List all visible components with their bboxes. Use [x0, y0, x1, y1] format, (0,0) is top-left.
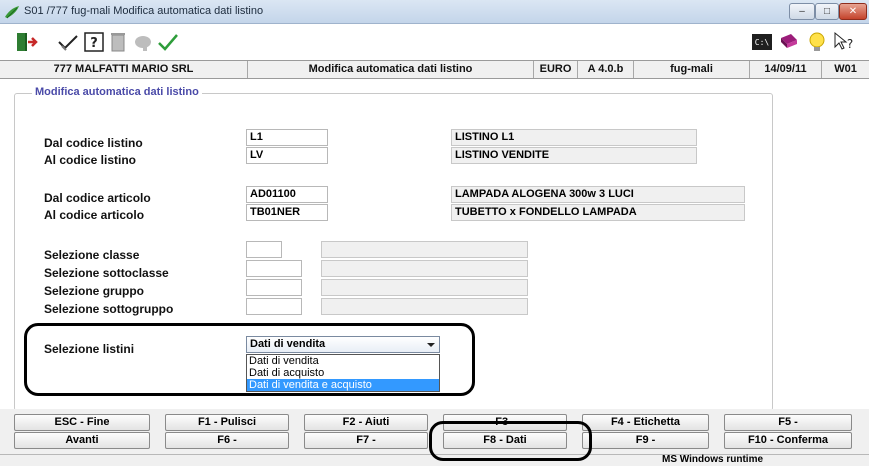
dal-listino-input[interactable]: L1 [246, 129, 328, 146]
listini-label: Selezione listini [44, 342, 135, 356]
f3-button[interactable]: F3 - [443, 414, 567, 431]
svg-text:?: ? [90, 36, 98, 51]
date: 14/09/11 [750, 61, 822, 78]
dal-articolo-label: Dal codice articolo [44, 191, 151, 205]
context-help-icon[interactable]: ? [832, 30, 856, 54]
classe-input[interactable] [246, 241, 282, 258]
esc-fine-button[interactable]: ESC - Fine [14, 414, 150, 431]
gruppo-label: Selezione gruppo [44, 284, 145, 298]
al-listino-label: Al codice listino [44, 153, 137, 167]
check-icon[interactable] [56, 30, 80, 54]
listini-selected-value: Dati di vendita [250, 338, 326, 350]
workstation: W01 [834, 63, 857, 75]
status-bar: MS Windows runtime [0, 454, 869, 466]
minimize-button[interactable]: – [789, 3, 815, 20]
svg-text:?: ? [847, 37, 853, 51]
f6-button[interactable]: F6 - [165, 432, 289, 449]
f9-button[interactable]: F9 - [582, 432, 709, 449]
f8-dati-button[interactable]: F8 - Dati [443, 432, 567, 449]
classe-desc [321, 241, 528, 258]
confirm-icon[interactable] [156, 30, 180, 54]
title-bar: S01 /777 fug-mali Modifica automatica da… [0, 0, 869, 24]
dal-articolo-desc: LAMPADA ALOGENA 300w 3 LUCI [451, 186, 745, 203]
al-articolo-input[interactable]: TB01NER [246, 204, 328, 221]
trash-icon[interactable] [106, 30, 130, 54]
exit-icon[interactable] [14, 30, 38, 54]
user-name: fug-mali [634, 61, 750, 78]
app-icon [5, 6, 19, 19]
thumb-down-icon[interactable] [131, 30, 155, 54]
avanti-button[interactable]: Avanti [14, 432, 150, 449]
listini-option-highlighted[interactable]: Dati di vendita e acquisto [247, 379, 439, 391]
dal-articolo-input[interactable]: AD01100 [246, 186, 328, 203]
help-icon[interactable]: ? [82, 30, 106, 54]
al-listino-input[interactable]: LV [246, 147, 328, 164]
f7-button[interactable]: F7 - [304, 432, 428, 449]
listini-option[interactable]: Dati di vendita [247, 355, 439, 367]
f2-aiuti-button[interactable]: F2 - Aiuti [304, 414, 428, 431]
sottoclasse-desc [321, 260, 528, 277]
f1-pulisci-button[interactable]: F1 - Pulisci [165, 414, 289, 431]
al-articolo-label: Al codice articolo [44, 208, 145, 222]
toolbar: ? C:\ ? [0, 24, 869, 60]
chevron-down-icon[interactable] [427, 343, 435, 347]
svg-text:C:\: C:\ [755, 38, 770, 47]
runtime-status: MS Windows runtime [662, 454, 764, 465]
classe-label: Selezione classe [44, 248, 140, 262]
sottoclasse-label: Selezione sottoclasse [44, 266, 169, 280]
f10-conferma-button[interactable]: F10 - Conferma [724, 432, 852, 449]
listini-select[interactable]: Dati di vendita [246, 336, 440, 353]
maximize-button[interactable]: □ [815, 3, 839, 20]
dal-listino-label: Dal codice listino [44, 136, 143, 150]
context-header: 777 MALFATTI MARIO SRL Modifica automati… [0, 60, 869, 79]
gruppo-desc [321, 279, 528, 296]
window-title: S01 /777 fug-mali Modifica automatica da… [24, 5, 264, 17]
program-name: Modifica automatica dati listino [248, 61, 534, 78]
listini-option[interactable]: Dati di acquisto [247, 367, 439, 379]
al-listino-desc: LISTINO VENDITE [451, 147, 697, 164]
gruppo-input[interactable] [246, 279, 302, 296]
sottogruppo-desc [321, 298, 528, 315]
sottogruppo-input[interactable] [246, 298, 302, 315]
version: A 4.0.b [578, 61, 634, 78]
f4-etichetta-button[interactable]: F4 - Etichetta [582, 414, 709, 431]
sottogruppo-label: Selezione sottogruppo [44, 302, 174, 316]
lightbulb-icon[interactable] [805, 30, 829, 54]
al-articolo-desc: TUBETTO x FONDELLO LAMPADA [451, 204, 745, 221]
close-button[interactable]: ✕ [839, 3, 867, 20]
currency: EURO [534, 61, 578, 78]
book-icon[interactable] [777, 30, 801, 54]
listini-options: Dati di vendita Dati di acquisto Dati di… [246, 354, 440, 392]
sottoclasse-input[interactable] [246, 260, 302, 277]
f5-button[interactable]: F5 - [724, 414, 852, 431]
terminal-icon[interactable]: C:\ [750, 30, 774, 54]
dal-listino-desc: LISTINO L1 [451, 129, 697, 146]
company-name: 777 MALFATTI MARIO SRL [0, 61, 248, 78]
group-title: Modifica automatica dati listino [32, 86, 202, 98]
